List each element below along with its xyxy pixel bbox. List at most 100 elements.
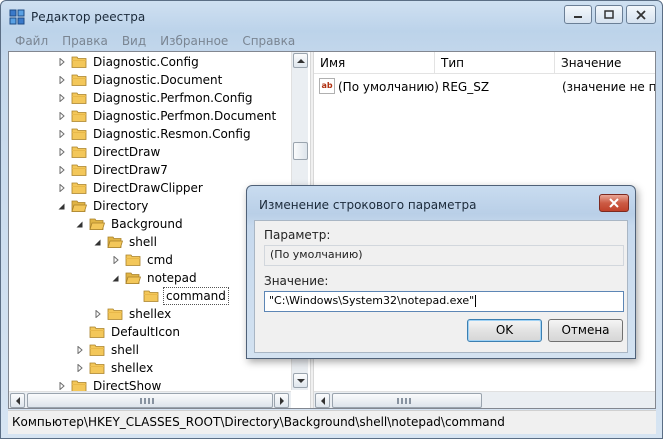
tree-item[interactable]: Diagnostic.Resmon.Config xyxy=(57,125,253,143)
dialog-close-button[interactable] xyxy=(599,194,629,212)
folder-icon xyxy=(71,92,87,104)
values-horizontal-scrollbar[interactable] xyxy=(314,391,655,408)
value-name: (По умолчанию) xyxy=(338,80,439,94)
expand-arrow-icon[interactable] xyxy=(57,143,66,161)
tree-item[interactable]: DirectDrawClipper xyxy=(57,179,205,197)
folder-icon xyxy=(71,146,87,158)
expand-arrow-icon[interactable] xyxy=(57,107,66,125)
tree-item[interactable]: shellex xyxy=(93,305,173,323)
collapse-arrow-icon[interactable] xyxy=(57,197,66,215)
tree-item[interactable]: DirectDraw7 xyxy=(57,161,170,179)
tree-item-label: shellex xyxy=(111,361,154,375)
tree-item[interactable]: shellex xyxy=(75,359,155,377)
value-input[interactable]: "C:\Windows\System32\notepad.exe" xyxy=(264,291,624,312)
values-header: Имя Тип Значение xyxy=(314,52,655,74)
folder-icon xyxy=(89,326,105,338)
tree-item-label: Background xyxy=(111,217,183,231)
folder-icon xyxy=(143,290,159,302)
expand-arrow-icon[interactable] xyxy=(75,341,84,359)
menu-favorites[interactable]: Избранное xyxy=(153,31,235,51)
menu-file[interactable]: Файл xyxy=(8,31,55,51)
text-caret xyxy=(475,295,477,307)
edit-string-dialog: Изменение строкового параметра Параметр:… xyxy=(246,185,636,359)
collapse-arrow-icon[interactable] xyxy=(93,233,102,251)
expand-arrow-icon[interactable] xyxy=(75,359,84,377)
tree-item[interactable]: Diagnostic.Document xyxy=(57,71,224,89)
expand-arrow-icon[interactable] xyxy=(93,305,102,323)
column-header-type[interactable]: Тип xyxy=(435,52,555,74)
expand-arrow-icon[interactable] xyxy=(57,71,66,89)
menu-help[interactable]: Справка xyxy=(235,31,302,51)
maximize-button[interactable] xyxy=(595,5,623,24)
tree-item[interactable]: notepad xyxy=(111,269,199,287)
value-row[interactable]: ab (По умолчанию) REG_SZ (значение не пр… xyxy=(314,78,655,96)
close-icon xyxy=(609,198,619,208)
tree-item[interactable]: Background xyxy=(75,215,185,233)
close-button[interactable] xyxy=(626,5,656,24)
tree-horizontal-thumb[interactable] xyxy=(27,393,273,408)
tree-scroll-left-button[interactable] xyxy=(10,393,25,408)
tree-item-label: shellex xyxy=(129,307,172,321)
tree-item[interactable]: shell xyxy=(93,233,159,251)
folder-icon xyxy=(89,218,105,230)
tree-item[interactable]: Diagnostic.Perfmon.Document xyxy=(57,107,278,125)
expand-arrow-icon[interactable] xyxy=(111,251,120,269)
title-bar[interactable]: Редактор реестра xyxy=(1,1,662,31)
tree-item-label: notepad xyxy=(147,271,197,285)
folder-icon xyxy=(89,344,105,356)
status-bar: Компьютер\HKEY_CLASSES_ROOT\Directory\Ba… xyxy=(8,410,656,434)
expand-arrow-icon[interactable] xyxy=(57,89,66,107)
dialog-body: Параметр: (По умолчанию) Значение: "C:\W… xyxy=(254,220,628,353)
folder-icon xyxy=(125,254,141,266)
tree-item[interactable]: command xyxy=(129,287,229,305)
folder-icon xyxy=(71,200,87,212)
minimize-button[interactable] xyxy=(564,5,592,24)
values-horizontal-thumb[interactable] xyxy=(332,393,482,408)
menu-view[interactable]: Вид xyxy=(115,31,153,51)
tree-item-label: shell xyxy=(111,343,139,357)
tree-scroll-right-button[interactable] xyxy=(274,393,289,408)
menu-bar: Файл Правка Вид Избранное Справка xyxy=(8,31,656,51)
scroll-up-button[interactable] xyxy=(293,53,308,68)
tree-item[interactable]: shell xyxy=(75,341,141,359)
tree-item-label: Directory xyxy=(93,199,149,213)
folder-icon xyxy=(71,128,87,140)
tree-item-label: Diagnostic.Perfmon.Document xyxy=(93,109,277,123)
column-header-value[interactable]: Значение xyxy=(555,52,655,74)
minimize-icon xyxy=(574,15,582,18)
ok-button[interactable]: OK xyxy=(467,319,542,342)
tree-item[interactable]: DirectDraw xyxy=(57,143,162,161)
folder-icon xyxy=(89,362,105,374)
tree-item[interactable]: Diagnostic.Perfmon.Config xyxy=(57,89,255,107)
menu-edit[interactable]: Правка xyxy=(55,31,115,51)
close-icon xyxy=(636,9,646,20)
scroll-down-button[interactable] xyxy=(293,373,308,388)
collapse-arrow-icon[interactable] xyxy=(75,215,84,233)
tree-vertical-thumb[interactable] xyxy=(293,142,308,160)
folder-icon xyxy=(71,110,87,122)
grip-icon xyxy=(397,398,411,404)
expand-arrow-icon[interactable] xyxy=(57,53,66,71)
value-data: (значение не при xyxy=(562,80,655,94)
folder-icon xyxy=(71,74,87,86)
values-scroll-left-button[interactable] xyxy=(315,393,330,408)
folder-icon xyxy=(71,56,87,68)
collapse-arrow-icon[interactable] xyxy=(111,269,120,287)
tree-item-label: Diagnostic.Document xyxy=(93,73,223,87)
tree-horizontal-scrollbar[interactable] xyxy=(9,391,291,408)
arrow-left-icon xyxy=(15,396,20,405)
tree-item[interactable]: Directory xyxy=(57,197,150,215)
tree-item-label: Diagnostic.Config xyxy=(93,55,199,69)
registry-icon xyxy=(9,9,25,25)
expand-arrow-icon[interactable] xyxy=(57,179,66,197)
tree-item[interactable]: Diagnostic.Config xyxy=(57,53,201,71)
tree-item[interactable]: DefaultIcon xyxy=(75,323,182,341)
expand-arrow-icon[interactable] xyxy=(57,125,66,143)
tree-item[interactable]: cmd xyxy=(111,251,175,269)
expand-arrow-icon[interactable] xyxy=(57,161,66,179)
column-header-name[interactable]: Имя xyxy=(314,52,435,74)
string-value-icon: ab xyxy=(319,78,335,94)
cancel-button[interactable]: Отмена xyxy=(548,319,623,342)
